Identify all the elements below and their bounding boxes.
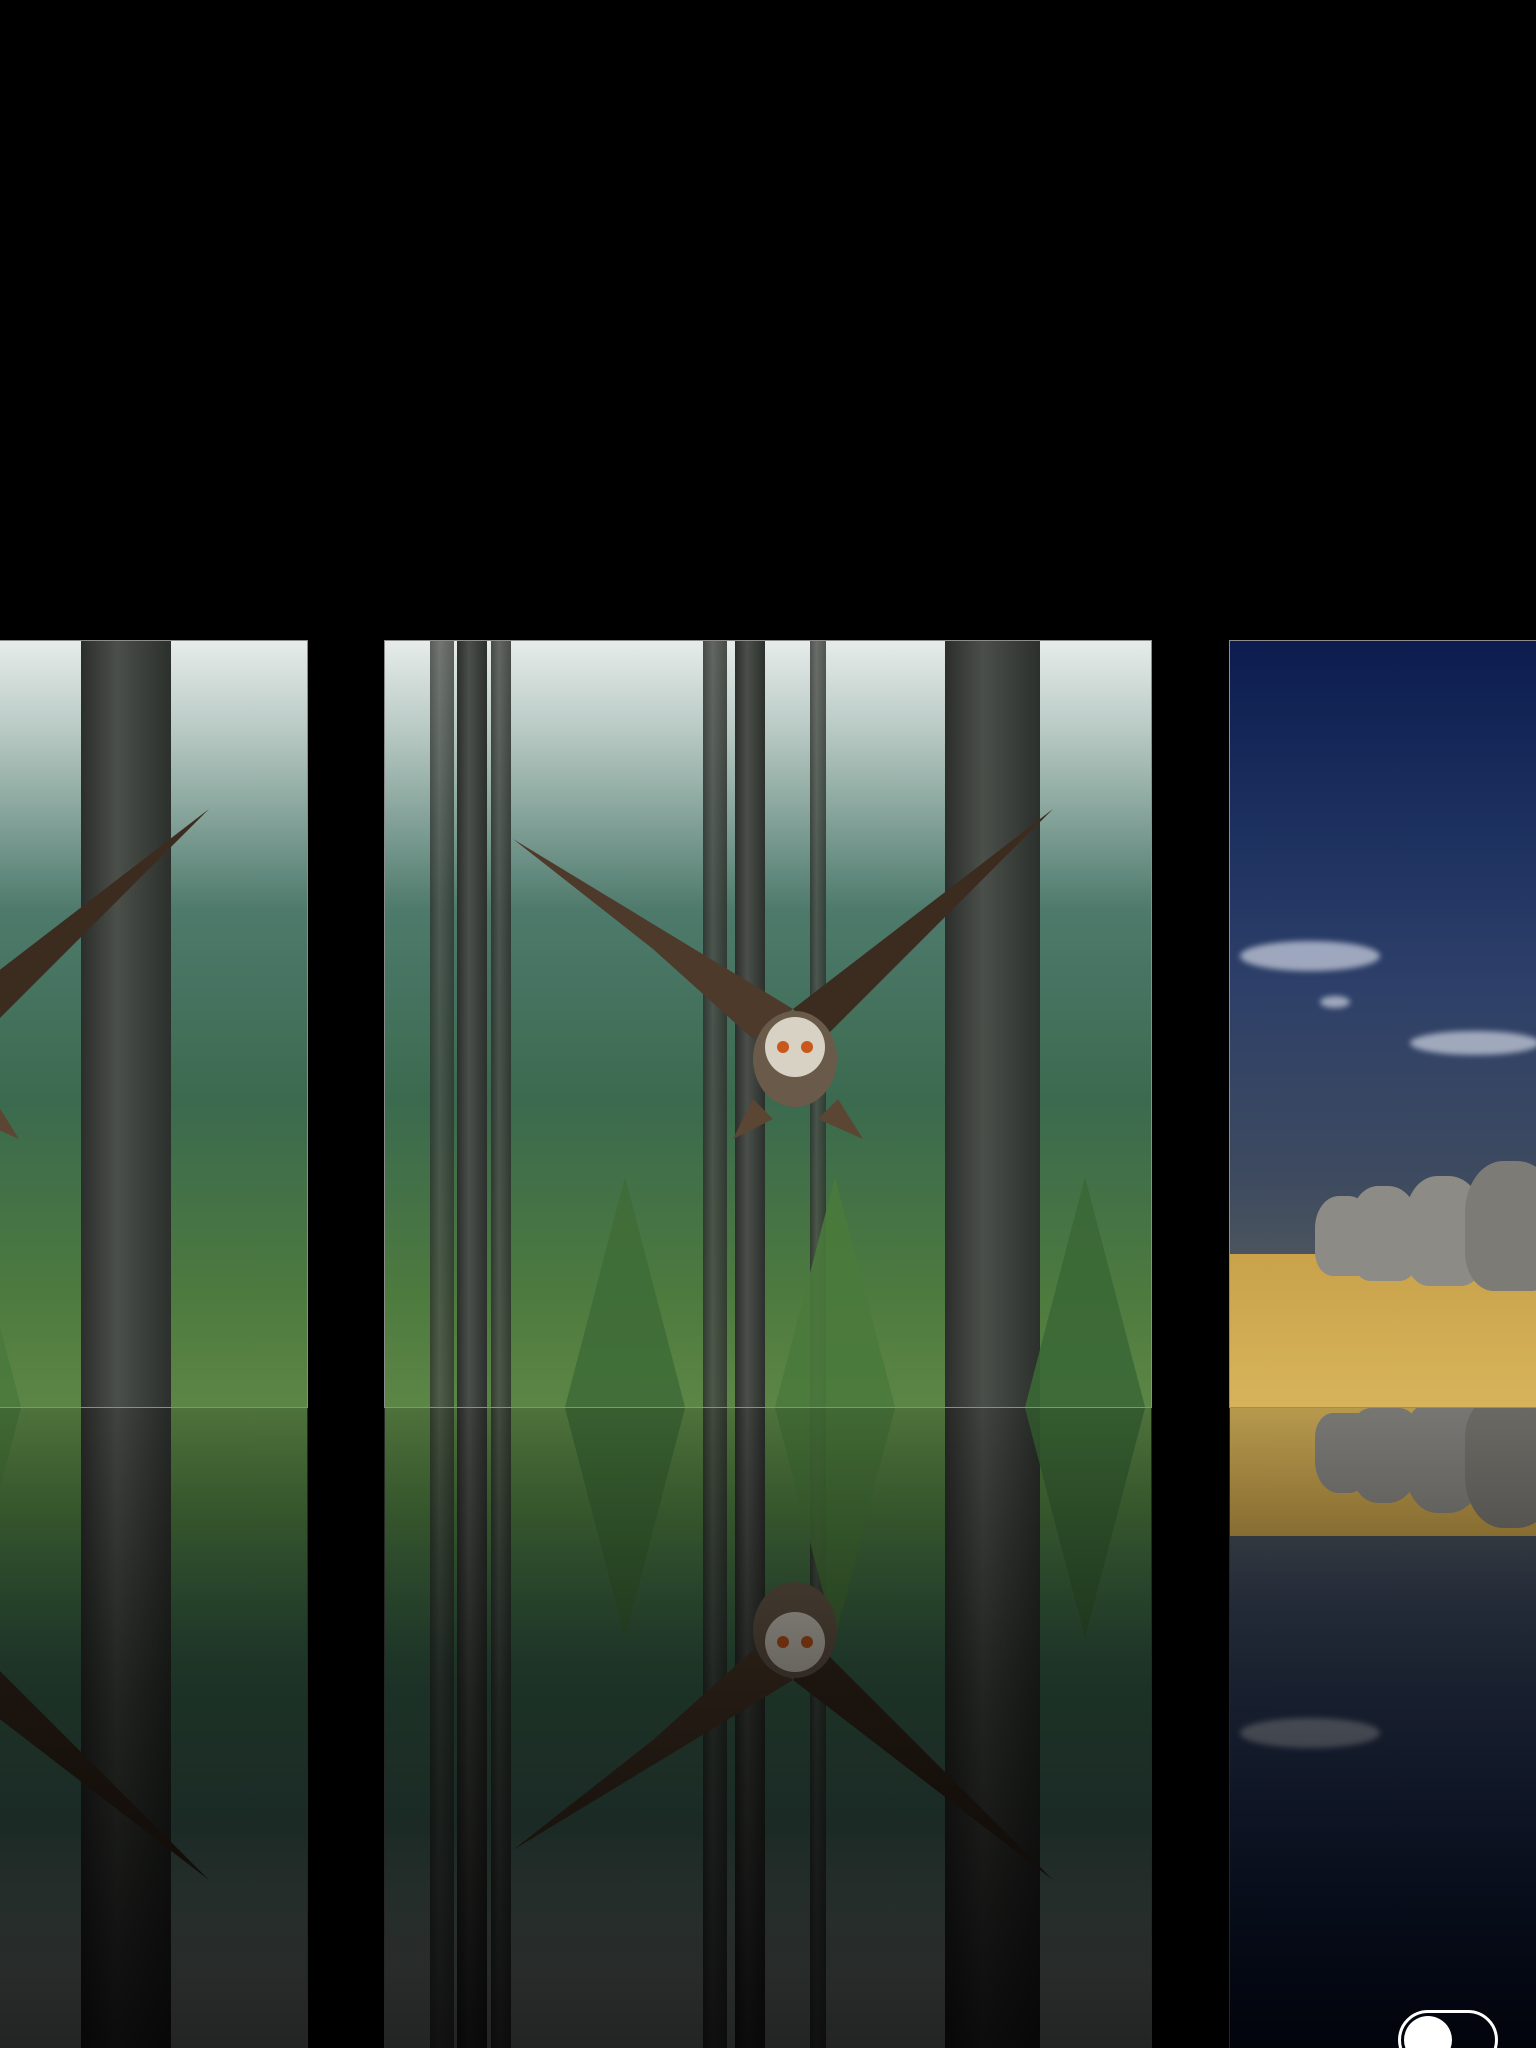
owl-image — [0, 809, 209, 1139]
owl-image — [513, 809, 1053, 1139]
reflection-left — [0, 1408, 308, 2048]
toggle-switch-icon — [1404, 2016, 1452, 2048]
forest-scene — [385, 641, 1151, 1407]
photo-card-center[interactable] — [384, 640, 1152, 1408]
savanna-scene — [1230, 641, 1536, 1407]
reflection-right — [1229, 1408, 1536, 2048]
gallery-stage — [0, 0, 1536, 2048]
forest-scene — [0, 641, 307, 1407]
photo-card-right[interactable] — [1229, 640, 1536, 1408]
reflection-toggle[interactable] — [1398, 2010, 1498, 2048]
photo-card-left[interactable] — [0, 640, 308, 1408]
reflection-center — [384, 1408, 1152, 2048]
